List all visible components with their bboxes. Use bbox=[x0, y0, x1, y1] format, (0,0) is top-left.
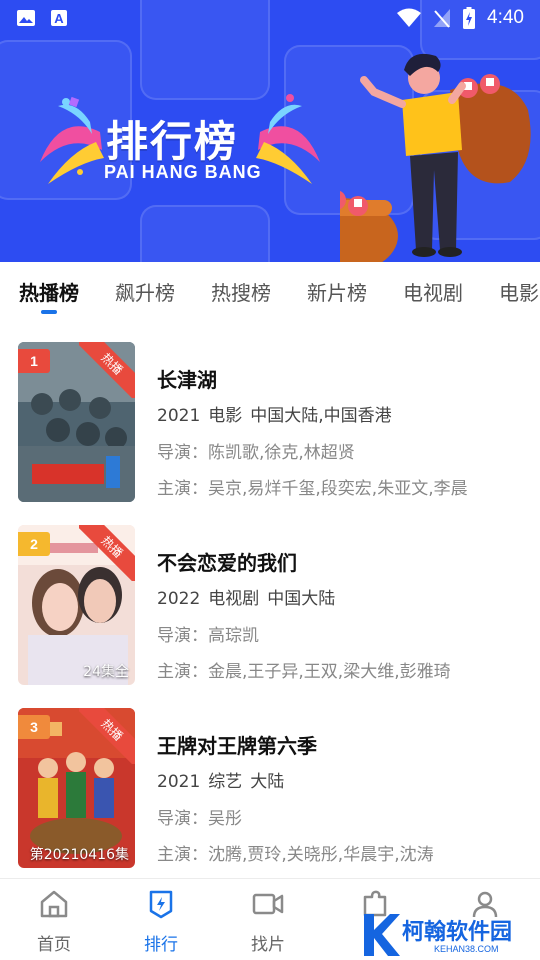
tab-new-release[interactable]: 新片榜 bbox=[307, 262, 367, 322]
item-cast: 主演：金晨,王子异,王双,梁大维,彭雅琦 bbox=[157, 662, 451, 682]
watermark-logo-icon bbox=[364, 914, 400, 956]
site-watermark: 柯翰软件园 KEHAN38.COM bbox=[360, 908, 530, 960]
hot-badge: 热播 bbox=[79, 342, 135, 398]
hot-badge-label: 热播 bbox=[79, 342, 135, 398]
item-director: 导演：高琮凯 bbox=[157, 626, 259, 646]
item-title: 不会恋爱的我们 bbox=[157, 551, 297, 575]
hot-badge-label: 热播 bbox=[79, 525, 135, 581]
hot-badge: 热播 bbox=[79, 525, 135, 581]
item-meta: 2022 电视剧 中国大陆 bbox=[157, 584, 451, 609]
tab-label: 热播榜 bbox=[19, 281, 79, 305]
active-tab-indicator bbox=[41, 310, 57, 314]
bg-decoration bbox=[140, 205, 270, 262]
item-info: 不会恋爱的我们 2022 电视剧 中国大陆 导演：高琮凯 主演：金晨,王子异,王双,… bbox=[157, 547, 451, 693]
nav-label: 排行 bbox=[144, 935, 178, 955]
episode-caption: 24集全 bbox=[83, 664, 129, 680]
list-item[interactable]: 3 热播 第20210416集 王牌对王牌第六季 2021 综艺 大陆 导演：吴彤 … bbox=[18, 688, 522, 868]
item-director: 导演：吴彤 bbox=[157, 809, 242, 829]
item-region: 中国大陆 bbox=[267, 589, 336, 609]
nav-label: 找片 bbox=[251, 935, 285, 955]
list-item[interactable]: 1 热播 长津湖 2021 电影 中国大陆,中国香港 导演：陈凯歌,徐克,林超贤 主… bbox=[18, 322, 522, 502]
item-cast: 主演：吴京,易烊千玺,段奕宏,朱亚文,李晨 bbox=[157, 479, 468, 499]
nav-label: 首页 bbox=[37, 935, 71, 955]
episode-caption: 第20210416集 bbox=[29, 847, 129, 863]
tab-hot-search[interactable]: 热搜榜 bbox=[211, 262, 271, 322]
hot-badge-label: 热播 bbox=[79, 708, 135, 764]
poster-image: 1 热播 bbox=[18, 342, 135, 502]
list-item[interactable]: 2 热播 24集全 不会恋爱的我们 2022 电视剧 中国大陆 导演：高琮凯 主演：… bbox=[18, 505, 522, 685]
item-meta: 2021 综艺 大陆 bbox=[157, 767, 434, 792]
watermark-subtext: KEHAN38.COM bbox=[434, 944, 499, 954]
wifi-icon bbox=[397, 8, 422, 27]
item-year: 2021 bbox=[157, 772, 201, 792]
app-a-icon: A bbox=[51, 10, 67, 26]
status-bar: A 4:40 bbox=[0, 0, 540, 36]
item-cast: 主演：沈腾,贾玲,关晓彤,华晨宇,沈涛 bbox=[157, 845, 434, 865]
no-signal-icon bbox=[434, 9, 451, 28]
item-director: 导演：陈凯歌,徐克,林超贤 bbox=[157, 443, 355, 463]
poster-image: 2 热播 24集全 bbox=[18, 525, 135, 685]
item-category: 综艺 bbox=[208, 772, 243, 792]
item-meta: 2021 电影 中国大陆,中国香港 bbox=[157, 401, 468, 426]
tab-label: 热搜榜 bbox=[211, 281, 271, 305]
tab-rising[interactable]: 飙升榜 bbox=[115, 262, 175, 322]
svg-text:A: A bbox=[54, 11, 64, 26]
item-year: 2022 bbox=[157, 589, 201, 609]
item-info: 王牌对王牌第六季 2021 综艺 大陆 导演：吴彤 主演：沈腾,贾玲,关晓彤,华晨宇… bbox=[157, 730, 434, 876]
gallery-icon bbox=[17, 10, 35, 26]
item-category: 电视剧 bbox=[208, 589, 260, 609]
nav-ranking[interactable]: 排行 bbox=[126, 889, 196, 955]
item-title: 长津湖 bbox=[157, 368, 217, 392]
item-category: 电影 bbox=[208, 406, 243, 426]
hot-badge: 热播 bbox=[79, 708, 135, 764]
rank-badge: 3 bbox=[18, 715, 50, 739]
nav-find[interactable]: 找片 bbox=[233, 889, 303, 955]
ranking-icon bbox=[149, 890, 173, 919]
status-time: 4:40 bbox=[487, 7, 524, 28]
nav-home[interactable]: 首页 bbox=[19, 889, 89, 955]
ranking-banner: A 4:40 排行榜 PAI HANG BANG bbox=[0, 0, 540, 262]
tab-label: 电视剧 bbox=[403, 281, 463, 305]
tab-movie[interactable]: 电影 bbox=[499, 262, 539, 322]
tab-label: 电影 bbox=[499, 281, 539, 305]
battery-charging-icon bbox=[463, 7, 476, 29]
item-title: 王牌对王牌第六季 bbox=[157, 734, 317, 758]
tab-label: 飙升榜 bbox=[115, 281, 175, 305]
banner-title-art: 排行榜 PAI HANG BANG bbox=[40, 92, 320, 192]
banner-illustration bbox=[340, 53, 531, 262]
item-region: 中国大陆,中国香港 bbox=[250, 406, 392, 426]
rank-badge: 2 bbox=[18, 532, 50, 556]
banner-title: 排行榜 bbox=[106, 117, 239, 166]
item-year: 2021 bbox=[157, 406, 201, 426]
ranking-tabs: 热播榜 飙升榜 热搜榜 新片榜 电视剧 电影 bbox=[0, 262, 540, 322]
tab-label: 新片榜 bbox=[307, 281, 367, 305]
video-icon bbox=[252, 893, 284, 915]
watermark-text: 柯翰软件园 bbox=[402, 920, 513, 945]
item-info: 长津湖 2021 电影 中国大陆,中国香港 导演：陈凯歌,徐克,林超贤 主演：吴京,… bbox=[157, 364, 468, 510]
tab-hot-play[interactable]: 热播榜 bbox=[19, 262, 79, 322]
item-region: 大陆 bbox=[250, 772, 285, 792]
banner-subtitle: PAI HANG BANG bbox=[104, 162, 262, 182]
home-icon bbox=[40, 890, 68, 918]
rank-badge: 1 bbox=[18, 349, 50, 373]
tab-tv-series[interactable]: 电视剧 bbox=[403, 262, 463, 322]
poster-image: 3 热播 第20210416集 bbox=[18, 708, 135, 868]
